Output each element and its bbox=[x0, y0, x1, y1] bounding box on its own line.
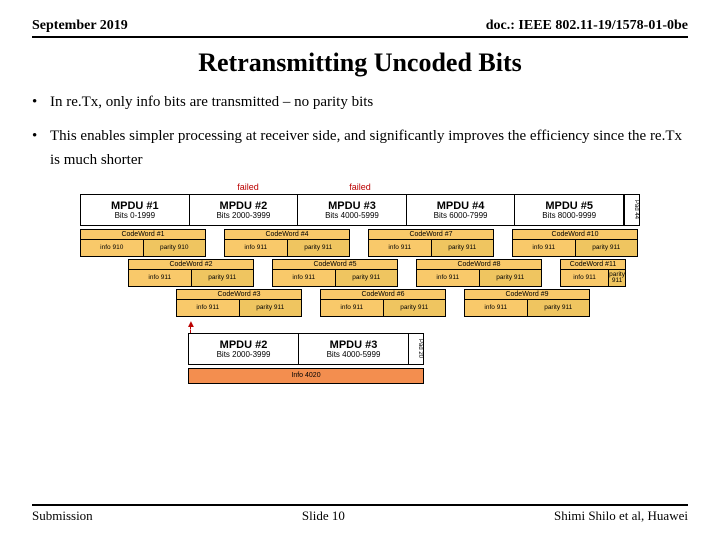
codeword-2: CodeWord #2 info 911parity 911 bbox=[128, 259, 254, 287]
mpdu-1: MPDU #1 Bits 0-1999 bbox=[81, 195, 190, 225]
mpdu-row: MPDU #1 Bits 0-1999 MPDU #2 Bits 2000-39… bbox=[80, 194, 640, 226]
footer-left: Submission bbox=[32, 508, 93, 524]
footer-right: Shimi Shilo et al, Huawei bbox=[554, 508, 688, 524]
retx-info: Info 4020 bbox=[188, 368, 424, 384]
codeword-11: CodeWord #11 info 911parity 911 bbox=[560, 259, 626, 287]
codeword-7: CodeWord #7 info 911parity 911 bbox=[368, 229, 494, 257]
failed-label-3: failed bbox=[304, 182, 416, 194]
footer-center: Slide 10 bbox=[302, 508, 345, 524]
bullet-dot: • bbox=[32, 90, 50, 114]
failed-label-2: failed bbox=[192, 182, 304, 194]
mpdu-4: MPDU #4 Bits 6000-7999 bbox=[407, 195, 516, 225]
codeword-1: CodeWord #1 info 910parity 910 bbox=[80, 229, 206, 257]
bullet-2-text: This enables simpler processing at recei… bbox=[50, 124, 688, 172]
codeword-9: CodeWord #9 info 911parity 911 bbox=[464, 289, 590, 317]
bullet-2: • This enables simpler processing at rec… bbox=[32, 124, 688, 172]
mpdu-3: MPDU #3 Bits 4000-5999 bbox=[298, 195, 407, 225]
header-date: September 2019 bbox=[32, 18, 128, 34]
retx-arrow-icon: ▲ bbox=[188, 323, 424, 333]
retx-mpdu-3: MPDU #3 Bits 4000-5999 bbox=[299, 334, 409, 364]
codeword-8: CodeWord #8 info 911parity 911 bbox=[416, 259, 542, 287]
bullet-1: • In re.Tx, only info bits are transmitt… bbox=[32, 90, 688, 114]
page-title: Retransmitting Uncoded Bits bbox=[32, 48, 688, 78]
codeword-10: CodeWord #10 info 911parity 911 bbox=[512, 229, 638, 257]
mpdu-5: MPDU #5 Bits 8000-9999 bbox=[515, 195, 624, 225]
codeword-4: CodeWord #4 info 911parity 911 bbox=[224, 229, 350, 257]
bullet-1-text: In re.Tx, only info bits are transmitted… bbox=[50, 90, 373, 114]
codeword-3: CodeWord #3 info 911parity 911 bbox=[176, 289, 302, 317]
diagram: failed failed MPDU #1 Bits 0-1999 MPDU #… bbox=[80, 182, 640, 384]
pad-label: Pad 44 bbox=[624, 195, 639, 225]
header-doc: doc.: IEEE 802.11-19/1578-01-0be bbox=[486, 18, 688, 34]
codeword-6: CodeWord #6 info 911parity 911 bbox=[320, 289, 446, 317]
retx-pad: Pad 20 bbox=[409, 334, 423, 364]
mpdu-2: MPDU #2 Bits 2000-3999 bbox=[190, 195, 299, 225]
retx-mpdu-2: MPDU #2 Bits 2000-3999 bbox=[189, 334, 299, 364]
bullet-dot: • bbox=[32, 124, 50, 172]
retx-block: ▲ MPDU #2 Bits 2000-3999 MPDU #3 Bits 40… bbox=[188, 323, 424, 384]
codeword-5: CodeWord #5 info 911parity 911 bbox=[272, 259, 398, 287]
